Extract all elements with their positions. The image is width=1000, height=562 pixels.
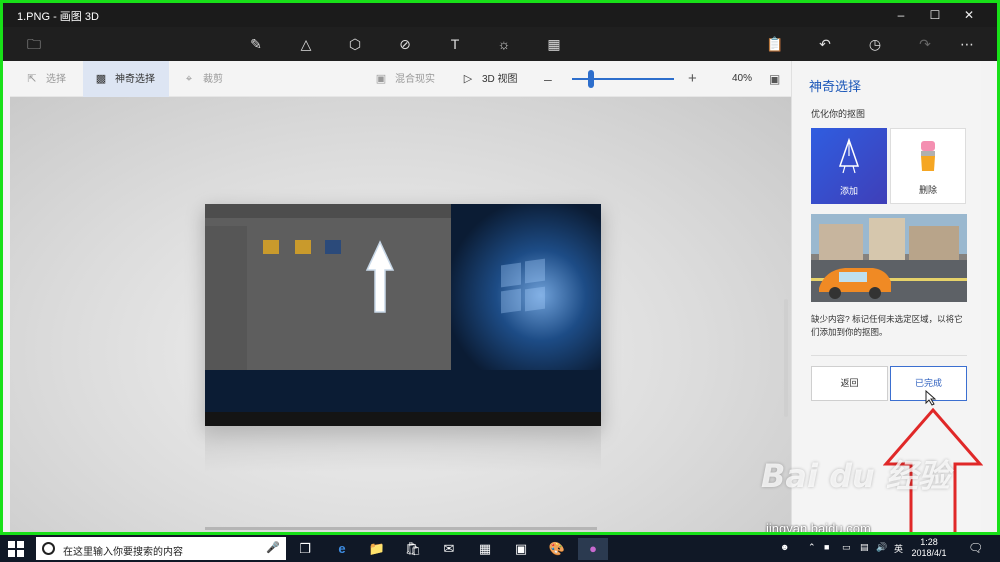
mixed-reality-icon: ▣ [375,73,387,85]
crop-tool[interactable]: ⌖ 裁剪 [181,61,223,97]
notification-icon[interactable]: 🗨 [968,541,983,555]
image-on-canvas[interactable] [205,204,601,426]
windows-taskbar: 在这里输入你要搜索的内容 🎤 ❐ e 📁 🛍 ✉ ▦ ▣ 🎨 ● ☻ ⌃ ■ ▭… [0,535,1000,562]
text-icon[interactable]: T [444,34,466,54]
canvas-reflection [205,426,601,472]
baidu-watermark: Bai du 经验 jingyan.baidu.com [761,451,993,535]
eraser-icon [921,141,935,171]
panel-subtitle: 优化你的抠图 [811,109,866,119]
window-title: 1.PNG - 画图 3D [17,11,99,23]
people-icon[interactable]: ☻ [780,542,789,552]
security-icon[interactable]: ■ [824,542,829,552]
chevron-up-icon[interactable]: ⌃ [808,542,816,553]
windows-start-icon[interactable] [8,541,24,557]
paint-3d-window: 1.PNG - 画图 3D – ☐ ✕ 🗀 ✎ △ ⬡ ⊘ T ☼ ▦ 📋 ↶ … [0,0,1000,535]
3d-view-toggle[interactable]: ▷ 3D 视图 [460,61,518,97]
canvas-icon[interactable]: ▦ [543,34,565,54]
file-explorer-icon[interactable]: 📁 [362,538,392,560]
mixed-reality-tool[interactable]: ▣ 混合现实 [373,61,435,97]
brush-icon[interactable]: ✎ [245,34,267,54]
main-toolbar: 🗀 ✎ △ ⬡ ⊘ T ☼ ▦ 📋 ↶ ◷ ↷ ⋯ [3,27,997,61]
task-view-icon[interactable]: ❐ [290,538,320,560]
sub-toolbar: ⇱ 选择 ▩ 神奇选择 ⌖ 裁剪 ▣ 混合现实 ▷ 3D 视图 – + 40% ▣ [10,61,791,97]
view-options-icon[interactable]: ▣ [769,61,780,97]
maximize-icon[interactable]: ☐ [921,6,949,24]
add-button[interactable]: 添加 [811,128,887,204]
zoom-slider-thumb[interactable] [588,70,594,88]
volume-icon[interactable]: 🔊 [876,542,887,553]
3d-shapes-icon[interactable]: ⬡ [344,34,366,54]
watermark-brand: Bai du 经验 [761,457,950,495]
clock-date: 2018/4/1 [911,548,947,558]
crop-icon: ⌖ [185,73,193,85]
mail-icon[interactable]: ✉ [434,538,464,560]
select-icon: ⇱ [27,73,37,85]
3d-view-icon: ▷ [463,73,473,85]
white-arrow-icon [365,240,395,313]
paint-palette-icon[interactable]: 🎨 [542,538,572,560]
panel-hint: 缺少内容? 标记任何未选定区域，以将它们添加到你的抠图。 [811,314,963,337]
canvas-area[interactable] [10,97,791,532]
undo-icon[interactable]: ↶ [814,34,836,54]
close-icon[interactable]: ✕ [955,6,983,24]
select-tool[interactable]: ⇱ 选择 [24,61,66,97]
network-icon[interactable]: ▤ [860,542,869,553]
edge-icon[interactable]: e [327,538,357,560]
vertical-scrollbar[interactable] [784,299,788,417]
microphone-icon[interactable]: 🎤 [266,541,280,554]
add-label: 添加 [839,186,858,196]
zoom-out-icon[interactable]: – [544,61,552,97]
paste-icon[interactable]: 📋 [764,34,786,54]
title-bar: 1.PNG - 画图 3D – ☐ ✕ [3,3,997,27]
pen-icon [838,137,860,174]
battery-icon[interactable]: ▭ [842,542,851,553]
divider [811,355,967,356]
clock[interactable]: 1:28 2018/4/1 [908,537,950,559]
clock-time: 1:28 [920,537,938,547]
zoom-in-icon[interactable]: + [688,61,697,97]
cursor-icon [925,390,937,406]
magic-select-icon: ▩ [95,73,107,85]
remove-label: 删除 [918,185,937,195]
remove-button[interactable]: 删除 [890,128,966,204]
photos-icon[interactable]: ▣ [506,538,536,560]
more-icon[interactable]: ⋯ [956,34,978,54]
calculator-icon[interactable]: ▦ [470,538,500,560]
watermark-url: jingyan.baidu.com [766,521,871,535]
minimize-icon[interactable]: – [887,6,915,24]
preview-image [811,214,967,302]
horizontal-scrollbar[interactable] [205,527,597,530]
search-placeholder: 在这里输入你要搜索的内容 [63,547,183,558]
explorer-window-image [205,204,451,370]
effects-icon[interactable]: ☼ [493,34,515,54]
paint-3d-icon[interactable]: ● [578,538,608,560]
2d-shapes-icon[interactable]: △ [295,34,317,54]
history-icon[interactable]: ◷ [864,34,886,54]
taskbar-search-box[interactable]: 在这里输入你要搜索的内容 🎤 [36,537,286,560]
zoom-level: 40% [732,73,753,84]
language-indicator[interactable]: 英 [894,542,903,555]
cortana-icon [42,542,55,555]
windows-logo-light [451,204,601,370]
redo-icon[interactable]: ↷ [914,34,936,54]
magic-select-tool[interactable]: ▩ 神奇选择 [83,61,169,97]
folder-icon[interactable]: 🗀 [23,34,45,54]
back-button[interactable]: 返回 [811,366,888,401]
store-icon[interactable]: 🛍 [398,538,428,560]
panel-title: 神奇选择 [809,79,862,94]
stickers-icon[interactable]: ⊘ [394,34,416,54]
